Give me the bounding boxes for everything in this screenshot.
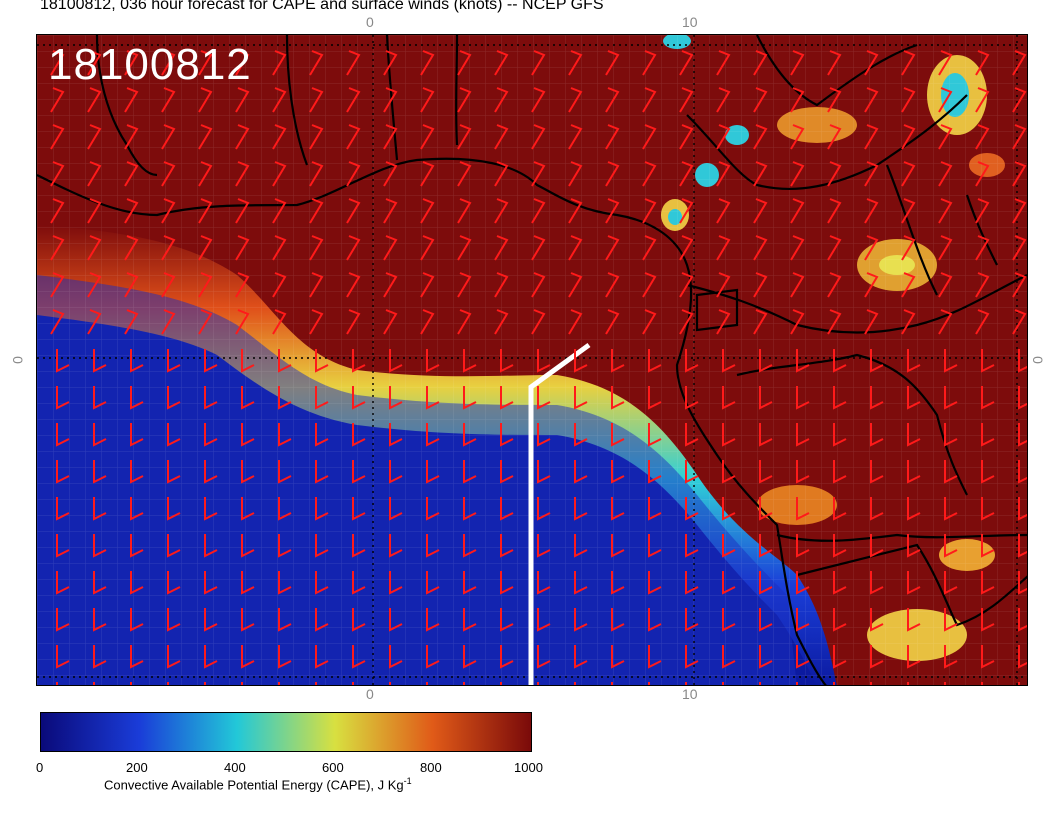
colorbar-tick-0: 0	[36, 760, 44, 775]
colorbar-tick-1000: 1000	[514, 760, 543, 775]
colorbar-title-units: -1	[403, 776, 412, 786]
date-stamp: 18100812	[48, 40, 252, 89]
colorbar-title-text: Convective Available Potential Energy (C…	[104, 777, 404, 793]
colorbar-title: Convective Available Potential Energy (C…	[104, 776, 412, 792]
colorbar-tick-800: 800	[420, 760, 442, 775]
colorbar-tick-400: 400	[224, 760, 246, 775]
lat-tick-right-0: 0	[1029, 356, 1046, 364]
colorbar-tick-200: 200	[126, 760, 148, 775]
lat-tick-left-0: 0	[9, 356, 26, 364]
cape-map	[36, 34, 1028, 686]
colorbar-tick-600: 600	[322, 760, 344, 775]
lon-tick-bottom-0: 0	[366, 686, 374, 702]
lon-tick-top-0: 0	[366, 14, 374, 30]
lon-tick-bottom-10: 10	[682, 686, 698, 702]
cape-field	[37, 35, 1027, 685]
lon-tick-top-10: 10	[682, 14, 698, 30]
cape-colorbar	[40, 712, 532, 752]
map-title: 18100812, 036 hour forecast for CAPE and…	[40, 0, 604, 13]
